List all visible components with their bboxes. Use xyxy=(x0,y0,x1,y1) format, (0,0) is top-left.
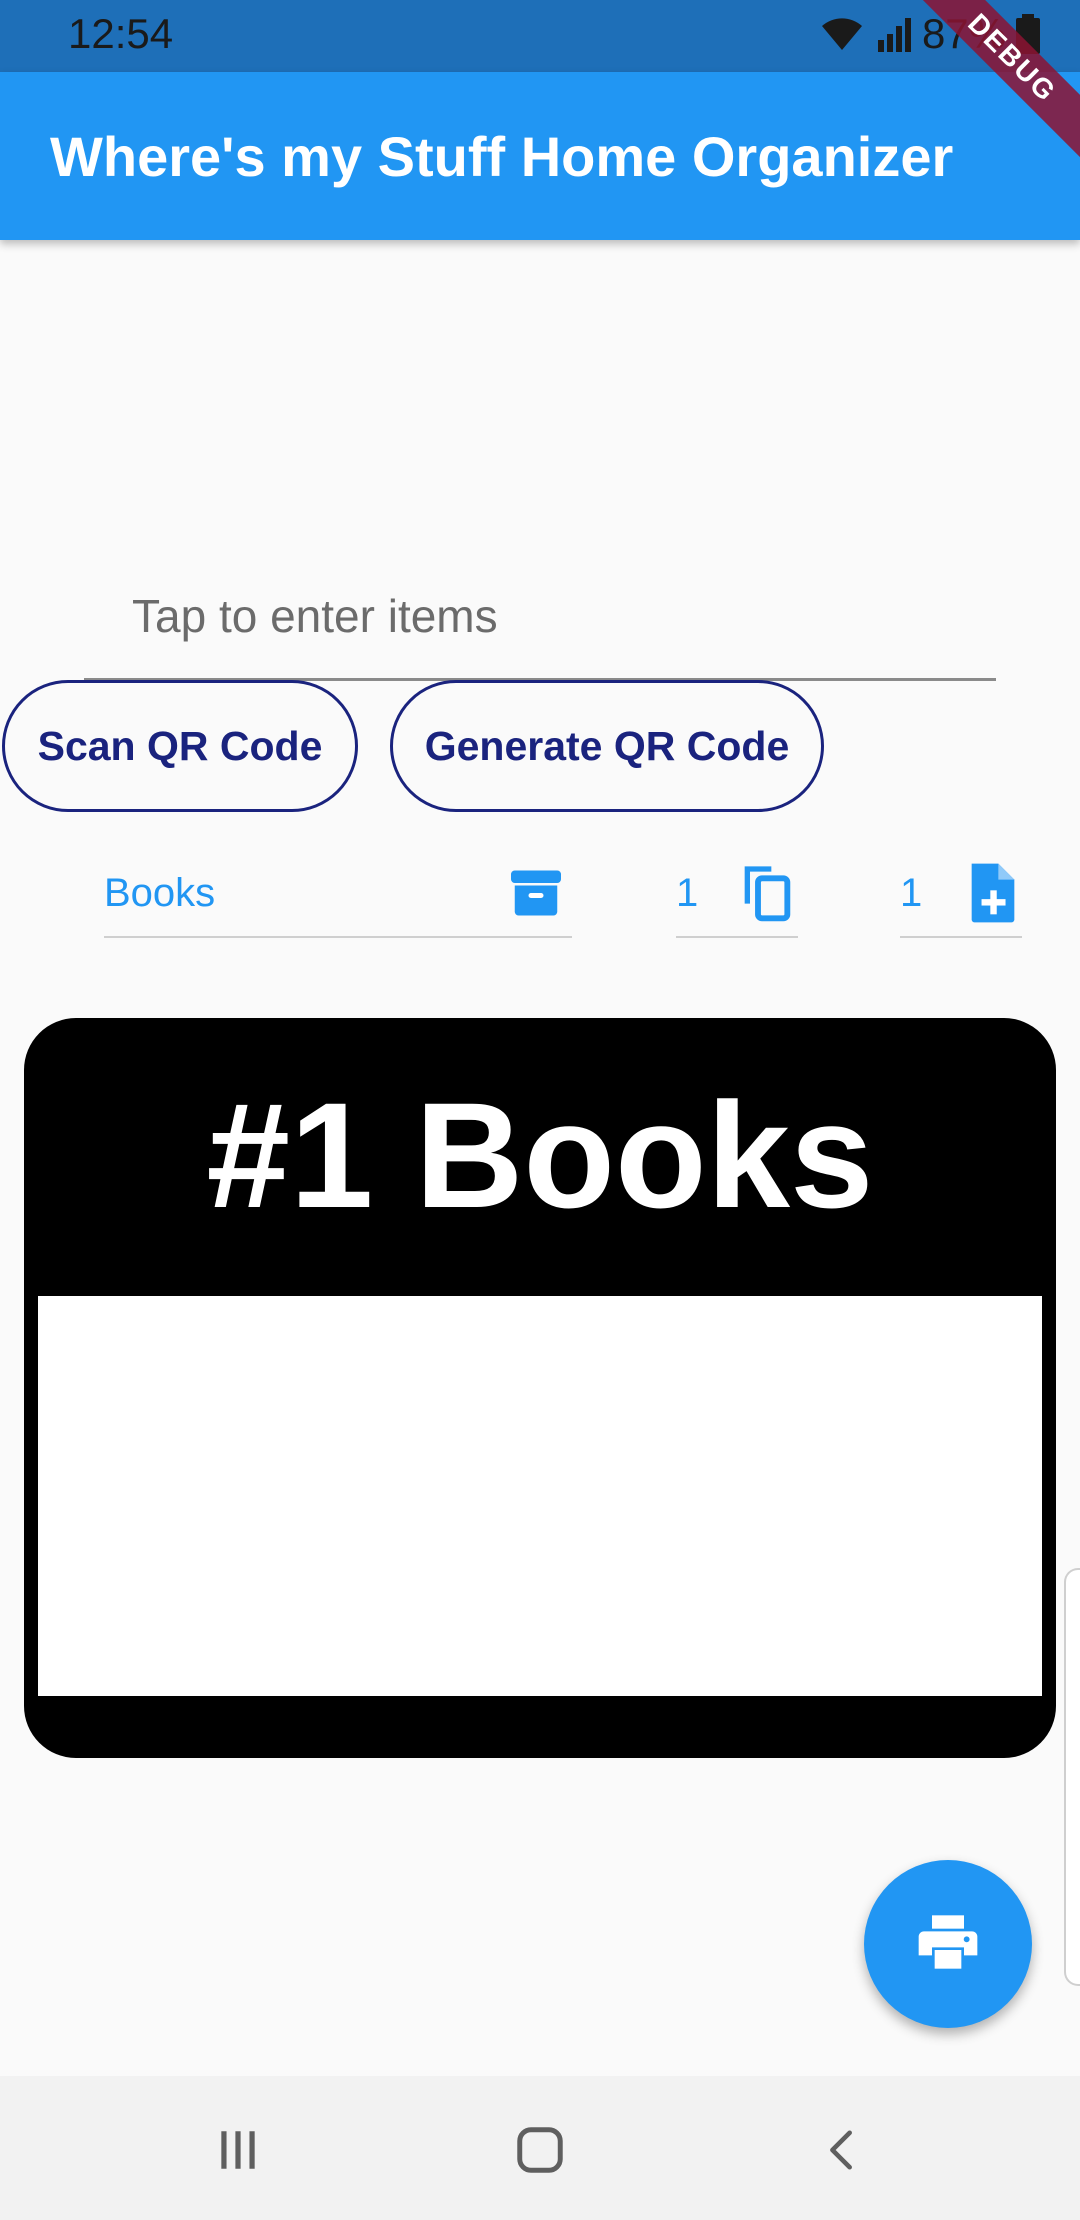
copies-field[interactable]: 1 xyxy=(676,850,798,938)
label-preview: #1 Books xyxy=(24,1018,1056,1758)
generate-qr-button[interactable]: Generate QR Code xyxy=(390,680,824,812)
system-nav-bar xyxy=(0,2076,1080,2220)
label-title: #1 Books xyxy=(206,1071,874,1239)
status-bar: 12:54 87% xyxy=(0,0,1080,72)
recent-apps-button[interactable] xyxy=(198,2120,278,2180)
pages-field[interactable]: 1 xyxy=(900,850,1022,938)
pages-value: 1 xyxy=(900,870,923,915)
status-time: 12:54 xyxy=(68,10,174,57)
box-name-value: Books xyxy=(104,870,216,915)
home-button[interactable] xyxy=(500,2120,580,2180)
note-add-icon xyxy=(964,861,1022,925)
scan-qr-button[interactable]: Scan QR Code xyxy=(2,680,358,812)
back-button[interactable] xyxy=(802,2120,882,2180)
copy-icon xyxy=(734,861,798,925)
items-input[interactable] xyxy=(130,580,974,652)
print-button[interactable] xyxy=(864,1860,1032,2028)
page-title: Where's my Stuff Home Organizer xyxy=(50,125,954,188)
edge-panel-handle[interactable] xyxy=(1064,1568,1080,1986)
label-body xyxy=(38,1296,1042,1696)
print-icon xyxy=(916,1912,980,1977)
signal-icon xyxy=(876,16,912,52)
box-name-field[interactable]: Books xyxy=(104,850,572,938)
app-bar: Where's my Stuff Home Organizer xyxy=(0,72,1080,240)
items-input-container xyxy=(84,560,996,681)
copies-value: 1 xyxy=(676,870,699,915)
wifi-icon xyxy=(818,14,866,54)
archive-icon[interactable] xyxy=(506,863,566,923)
